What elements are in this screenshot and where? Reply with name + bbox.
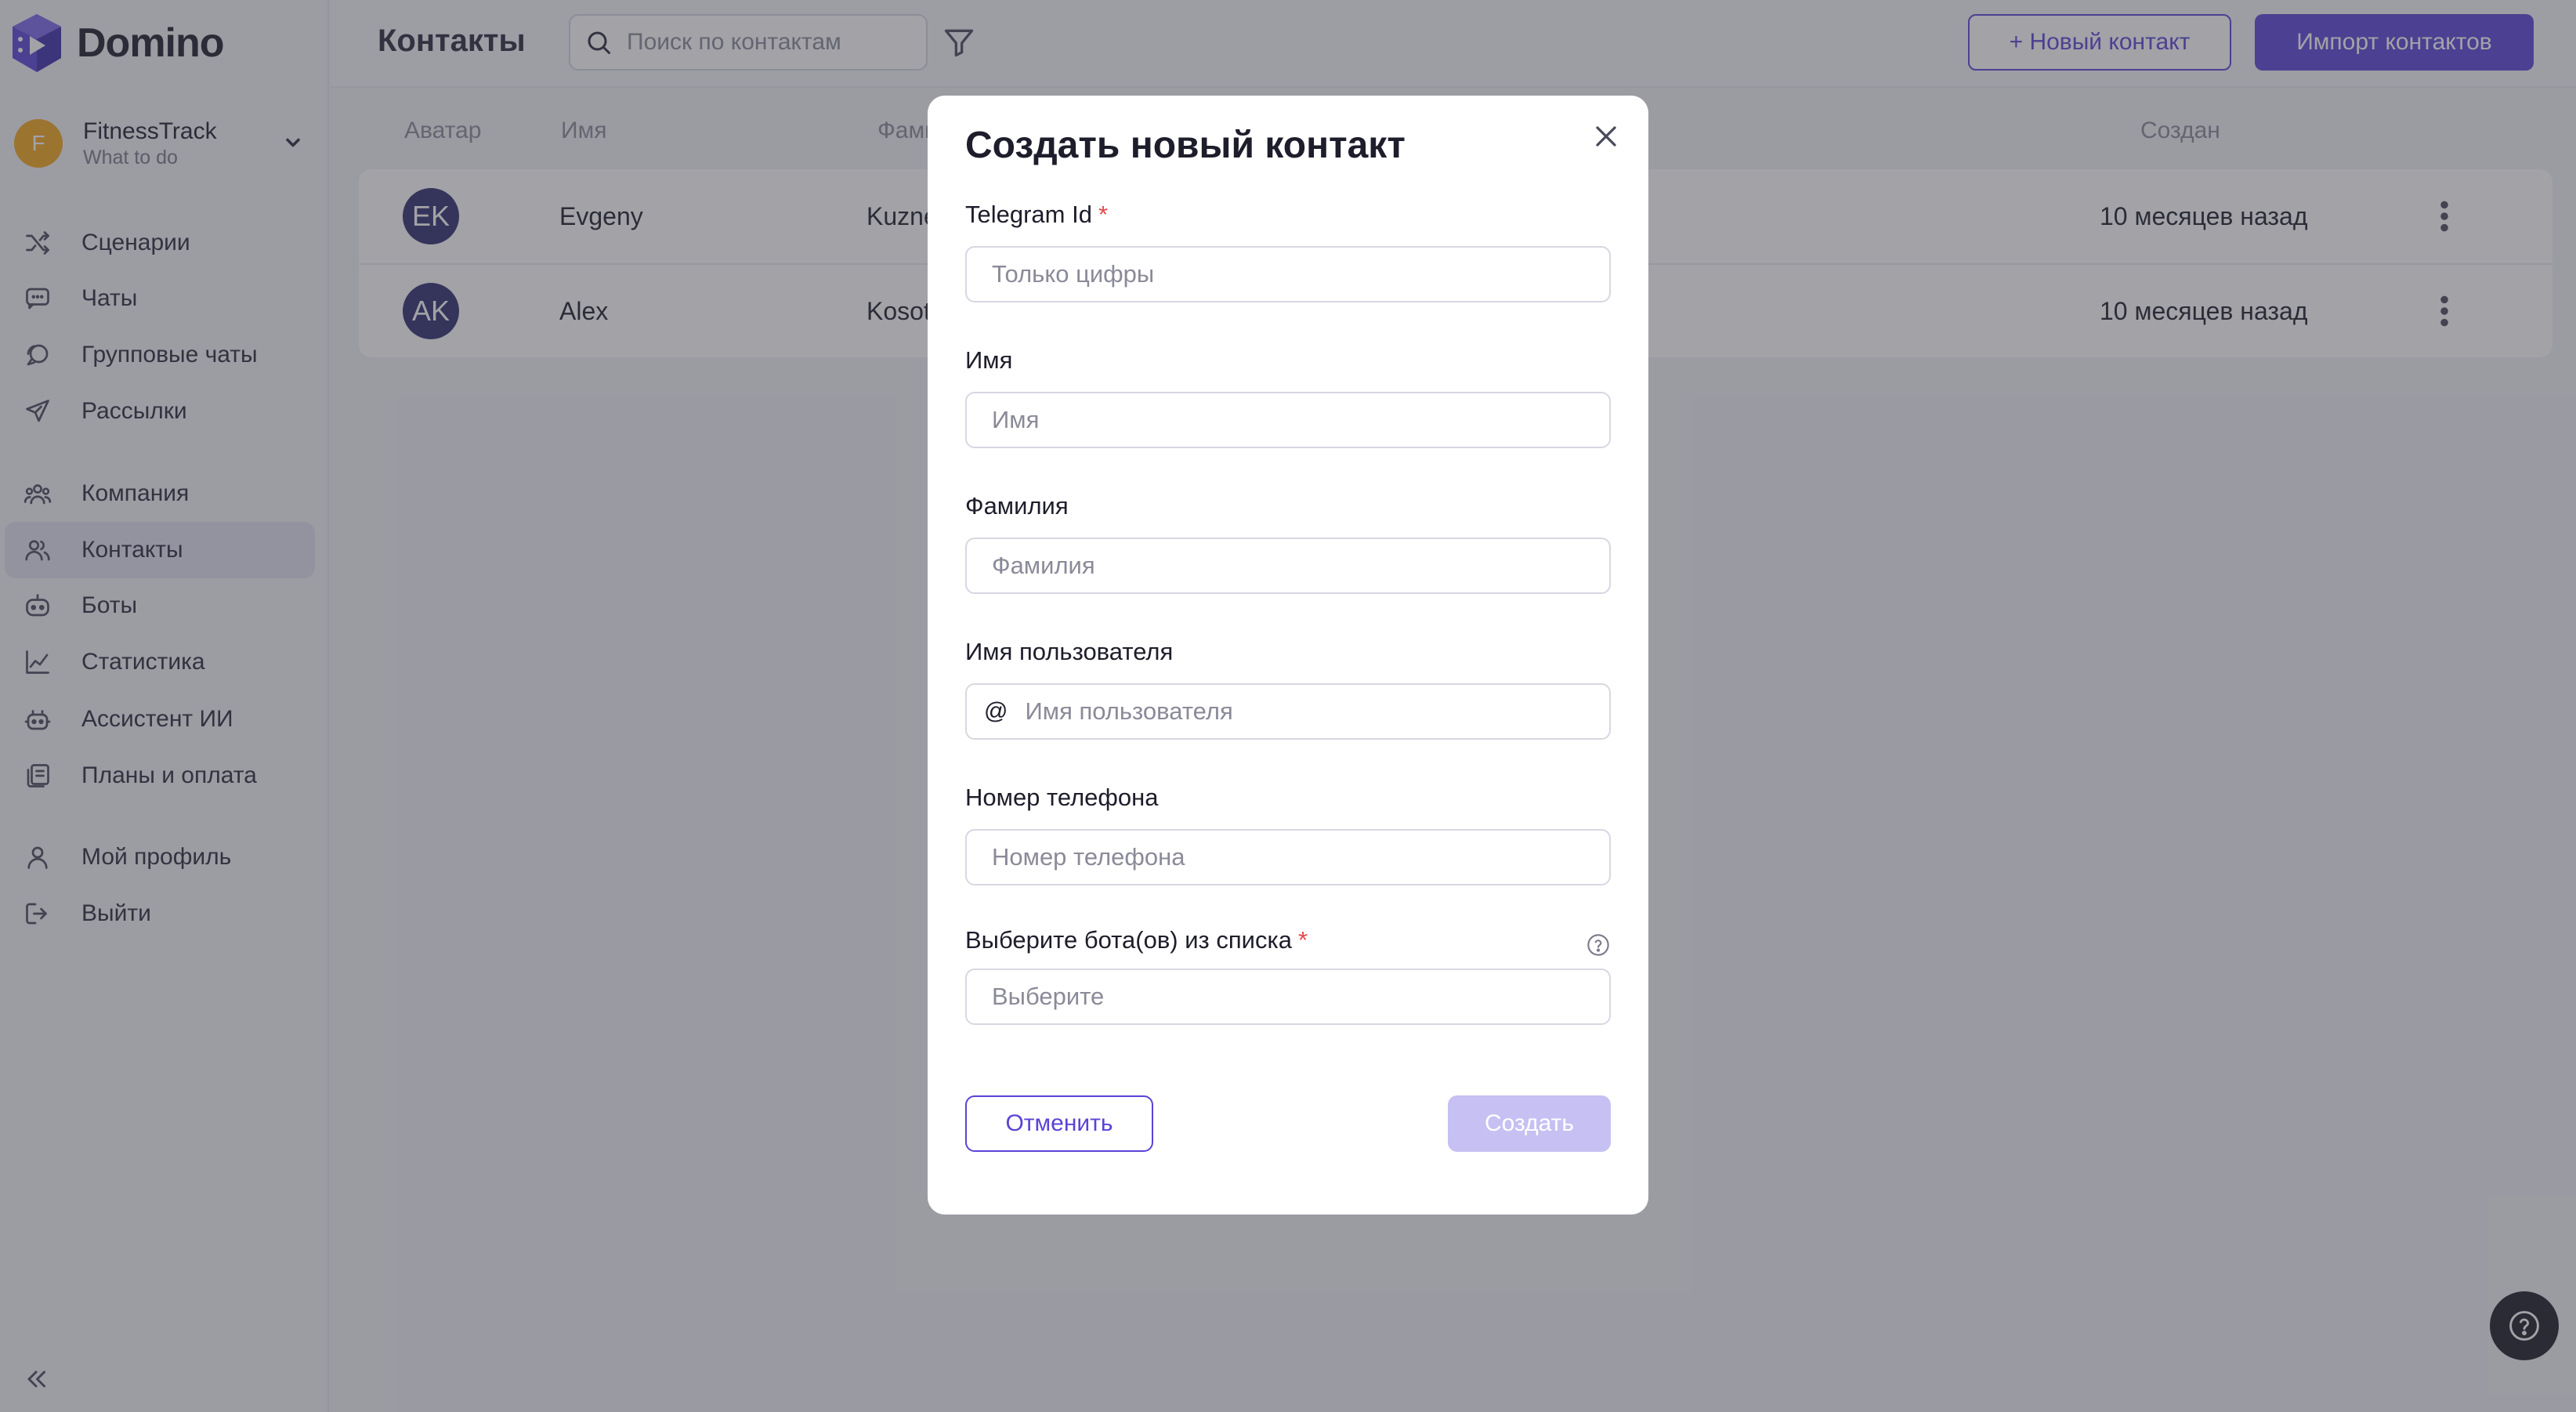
telegram-id-input[interactable] (992, 260, 1609, 288)
last-name-field[interactable] (965, 538, 1611, 594)
modal-title: Создать новый контакт (965, 125, 1406, 166)
at-prefix: @ (984, 698, 1008, 724)
username-input[interactable] (1025, 697, 1609, 726)
question-icon[interactable] (1586, 932, 1611, 958)
first-name-input[interactable] (992, 406, 1609, 434)
last-name-label: Фамилия (965, 492, 1069, 520)
cancel-button[interactable]: Отменить (965, 1095, 1153, 1152)
first-name-label: Имя (965, 346, 1013, 374)
bots-label-text: Выберите бота(ов) из списка (965, 926, 1292, 954)
telegram-id-field[interactable] (965, 246, 1611, 302)
bots-label: Выберите бота(ов) из списка * (965, 926, 1308, 954)
bots-select[interactable] (965, 968, 1611, 1025)
telegram-id-label: Telegram Id * (965, 201, 1108, 229)
close-icon[interactable] (1589, 119, 1623, 154)
phone-input[interactable] (992, 843, 1609, 871)
first-name-field[interactable] (965, 392, 1611, 448)
last-name-input[interactable] (992, 552, 1609, 580)
bots-select-input[interactable] (992, 983, 1609, 1011)
phone-field[interactable] (965, 829, 1611, 885)
phone-label: Номер телефона (965, 784, 1159, 811)
create-contact-modal: Создать новый контакт Telegram Id* Имя Ф… (928, 96, 1648, 1215)
required-mark: * (1297, 926, 1308, 954)
username-field[interactable]: @ (965, 683, 1611, 740)
create-button[interactable]: Создать (1448, 1095, 1611, 1152)
required-mark: * (1098, 201, 1109, 228)
telegram-id-label-text: Telegram Id (965, 201, 1092, 228)
username-label: Имя пользователя (965, 638, 1174, 665)
